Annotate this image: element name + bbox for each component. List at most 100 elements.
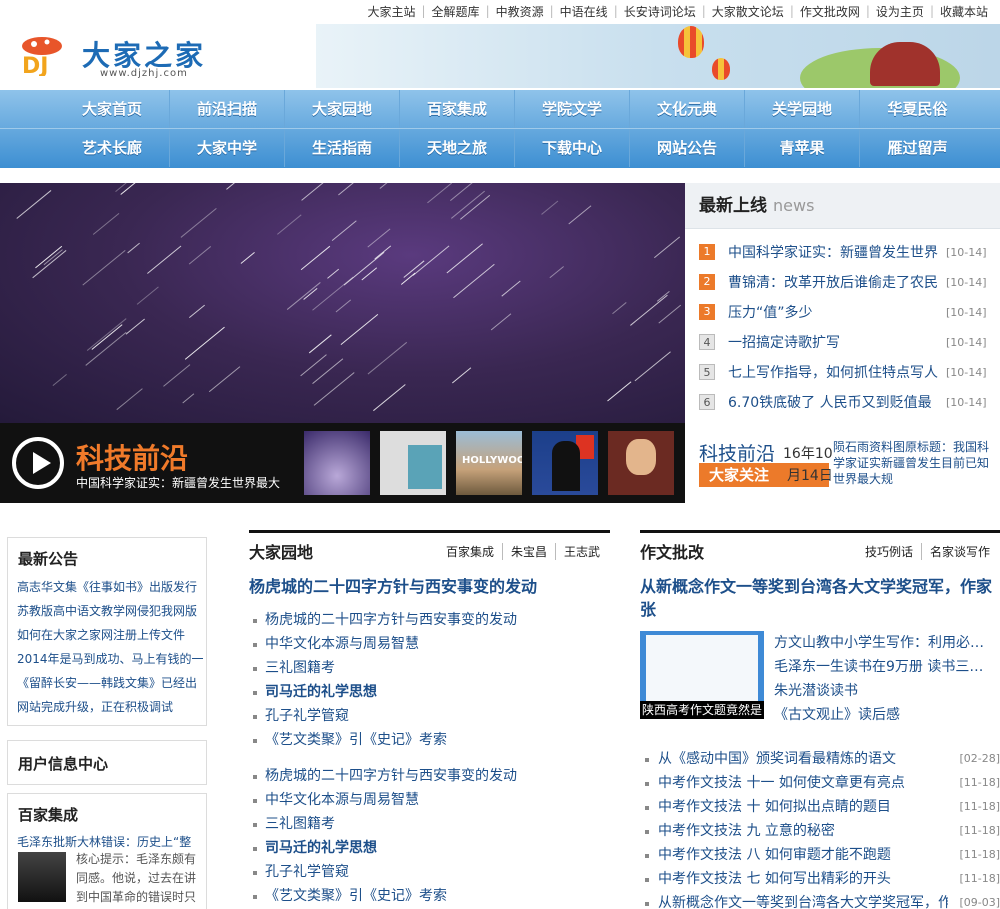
essay-list-item[interactable]: 从《感动中国》颁奖词看最精炼的语文 [02-28]: [640, 747, 1000, 771]
notice-item[interactable]: 网站完成升级，正在积极调试: [17, 695, 206, 719]
essay-side-item[interactable]: 方文山教中小学生写作：利用必…: [774, 631, 990, 655]
essay-side-item[interactable]: 《古文观止》读后感: [774, 703, 990, 727]
list-item[interactable]: 《艺文类聚》引《史记》考索: [249, 884, 610, 908]
essay-list-item[interactable]: 中考作文技法 十 如何拟出点睛的题目 [11-18]: [640, 795, 1000, 819]
essay-list-item[interactable]: 中考作文技法 十一 如何使文章更有亮点 [11-18]: [640, 771, 1000, 795]
list-item[interactable]: 杨虎城的二十四字方针与西安事变的发动: [249, 764, 610, 788]
essay-side-item[interactable]: 毛泽东一生读书在9万册 读书三…: [774, 655, 990, 679]
nav-item[interactable]: 生活指南: [285, 129, 400, 167]
list-item[interactable]: 中华文化本源与周易智慧: [249, 788, 610, 812]
essay-list-title[interactable]: 中考作文技法 七 如何写出精彩的开头: [658, 867, 948, 891]
nav-item[interactable]: 百家集成: [400, 90, 515, 128]
essay-title[interactable]: 作文批改: [640, 539, 704, 563]
garden-feature[interactable]: 杨虎城的二十四字方针与西安事变的发动: [249, 575, 610, 598]
garden-tab[interactable]: 朱宝昌: [501, 542, 555, 560]
top-link[interactable]: 长安诗词论坛: [624, 3, 696, 20]
news-item-title[interactable]: 曹锦清：改革开放后谁偷走了农民: [728, 272, 940, 292]
news-item-title[interactable]: 一招搞定诗歌扩写: [728, 332, 940, 352]
essay-list-item[interactable]: 中考作文技法 七 如何写出精彩的开头 [11-18]: [640, 867, 1000, 891]
nav-item[interactable]: 大家首页: [55, 90, 170, 128]
logo-mushroom-icon[interactable]: DJ: [14, 36, 70, 76]
list-item[interactable]: 司马迁的礼学思想: [249, 680, 610, 704]
book-cover-thumb[interactable]: [380, 431, 446, 495]
news-item[interactable]: 3 压力“值”多少 [10-14]: [699, 297, 1000, 327]
essay-list-date: [09-03]: [959, 896, 1000, 909]
press-conference-thumb[interactable]: [532, 431, 598, 495]
essay-side-item[interactable]: 朱光潜谈读书: [774, 679, 990, 703]
essay-feature[interactable]: 从新概念作文一等奖到台湾各大文学奖冠军，作家张: [640, 575, 1000, 621]
essay-list-item[interactable]: 从新概念作文一等奖到台湾各大文学奖冠军，作 [09-03]: [640, 891, 1000, 909]
nav-item[interactable]: 学院文学: [515, 90, 630, 128]
user-center-title[interactable]: 用户信息中心: [8, 741, 206, 774]
nav-item[interactable]: 大家园地: [285, 90, 400, 128]
list-item[interactable]: 司马迁的礼学思想: [249, 836, 610, 860]
play-icon[interactable]: [12, 437, 64, 489]
night-sky-thumb[interactable]: [304, 431, 370, 495]
essay-tab[interactable]: 技巧例话: [857, 543, 921, 560]
essay-picture[interactable]: 陕西高考作文题竟然是: [640, 631, 764, 719]
hero-image-meteor-shower[interactable]: [0, 183, 685, 423]
nav-item[interactable]: 前沿扫描: [170, 90, 285, 128]
nav-item[interactable]: 网站公告: [630, 129, 745, 167]
list-item[interactable]: 《艺文类聚》引《史记》考索: [249, 728, 610, 752]
top-link[interactable]: 中语在线: [560, 3, 608, 20]
notice-item[interactable]: 苏教版高中语文教学网侵犯我网版: [17, 599, 206, 623]
news-item-title[interactable]: 6.70铁底破了 人民币又到贬值最: [728, 392, 940, 412]
news-item[interactable]: 1 中国科学家证实：新疆曾发生世界 [10-14]: [699, 237, 1000, 267]
notice-item[interactable]: 2014年是马到成功、马上有钱的一: [17, 647, 206, 671]
garden-title[interactable]: 大家园地: [249, 539, 313, 563]
nav-item[interactable]: 文化元典: [630, 90, 745, 128]
top-link[interactable]: 作文批改网: [800, 3, 860, 20]
essay-list-title[interactable]: 中考作文技法 八 如何审题才能不跑题: [658, 843, 948, 867]
essay-list-item[interactable]: 中考作文技法 九 立意的秘密 [11-18]: [640, 819, 1000, 843]
nav-item[interactable]: 艺术长廊: [55, 129, 170, 167]
list-item[interactable]: 杨虎城的二十四字方针与西安事变的发动: [249, 608, 610, 632]
essay-list-title[interactable]: 中考作文技法 十 如何拟出点睛的题目: [658, 795, 948, 819]
headline-title[interactable]: 科技前沿: [699, 439, 775, 466]
essay-list-title[interactable]: 中考作文技法 九 立意的秘密: [658, 819, 948, 843]
notice-item[interactable]: 高志华文集《往事如书》出版发行: [17, 575, 206, 599]
nav-item[interactable]: 大家中学: [170, 129, 285, 167]
news-item[interactable]: 4 一招搞定诗歌扩写 [10-14]: [699, 327, 1000, 357]
list-item[interactable]: 三礼图籍考: [249, 812, 610, 836]
top-link[interactable]: 收藏本站: [940, 3, 988, 20]
top-link[interactable]: 大家散文论坛: [712, 3, 784, 20]
top-link[interactable]: 设为主页: [876, 3, 924, 20]
list-item[interactable]: 孔子礼学管窥: [249, 704, 610, 728]
notice-item[interactable]: 如何在大家之家网注册上传文件: [17, 623, 206, 647]
news-item-title[interactable]: 七上写作指导，如何抓住特点写人: [728, 362, 940, 382]
nav-item[interactable]: 下载中心: [515, 129, 630, 167]
essay-list-title[interactable]: 中考作文技法 十一 如何使文章更有亮点: [658, 771, 948, 795]
baijia-photo[interactable]: [18, 852, 66, 902]
news-item-title[interactable]: 压力“值”多少: [728, 302, 940, 322]
essay-picture-caption[interactable]: 陕西高考作文题竟然是: [640, 701, 764, 719]
hollywood-sign-thumb[interactable]: HOLLYWOOD: [456, 431, 522, 495]
list-item[interactable]: 三礼图籍考: [249, 656, 610, 680]
notice-item[interactable]: 《留醉长安——韩践文集》已经出: [17, 671, 206, 695]
essay-list-title[interactable]: 从《感动中国》颁奖词看最精炼的语文: [658, 747, 948, 771]
hero-subtitle[interactable]: 中国科学家证实：新疆曾发生世界最大: [76, 474, 280, 491]
headline-description[interactable]: 陨石雨资料图原标题：我国科学家证实新疆曾发生目前已知世界最大规: [833, 439, 995, 487]
portrait-thumb[interactable]: [608, 431, 674, 495]
baijia-headline[interactable]: 毛泽东批斯大林错误：历史上“整: [8, 825, 206, 850]
essay-tab[interactable]: 名家谈写作: [920, 542, 1000, 560]
nav-item[interactable]: 雁过留声: [860, 129, 975, 167]
nav-item[interactable]: 华夏民俗: [860, 90, 975, 128]
top-link[interactable]: 中教资源: [496, 3, 544, 20]
essay-list-item[interactable]: 中考作文技法 八 如何审题才能不跑题 [11-18]: [640, 843, 1000, 867]
list-item[interactable]: 中华文化本源与周易智慧: [249, 632, 610, 656]
nav-item[interactable]: 关学园地: [745, 90, 860, 128]
list-item[interactable]: 孔子礼学管窥: [249, 860, 610, 884]
news-item[interactable]: 2 曹锦清：改革开放后谁偷走了农民 [10-14]: [699, 267, 1000, 297]
hero-title[interactable]: 科技前沿: [76, 437, 188, 477]
garden-tab[interactable]: 百家集成: [438, 543, 502, 560]
nav-item[interactable]: 天地之旅: [400, 129, 515, 167]
essay-list-title[interactable]: 从新概念作文一等奖到台湾各大文学奖冠军，作: [658, 891, 948, 909]
news-item[interactable]: 5 七上写作指导，如何抓住特点写人 [10-14]: [699, 357, 1000, 387]
top-link[interactable]: 全解题库: [432, 3, 480, 20]
nav-item[interactable]: 青苹果: [745, 129, 860, 167]
news-item-title[interactable]: 中国科学家证实：新疆曾发生世界: [728, 242, 940, 262]
top-link[interactable]: 大家主站: [367, 3, 415, 20]
news-item[interactable]: 6 6.70铁底破了 人民币又到贬值最 [10-14]: [699, 387, 1000, 417]
garden-tab[interactable]: 王志武: [554, 542, 610, 560]
